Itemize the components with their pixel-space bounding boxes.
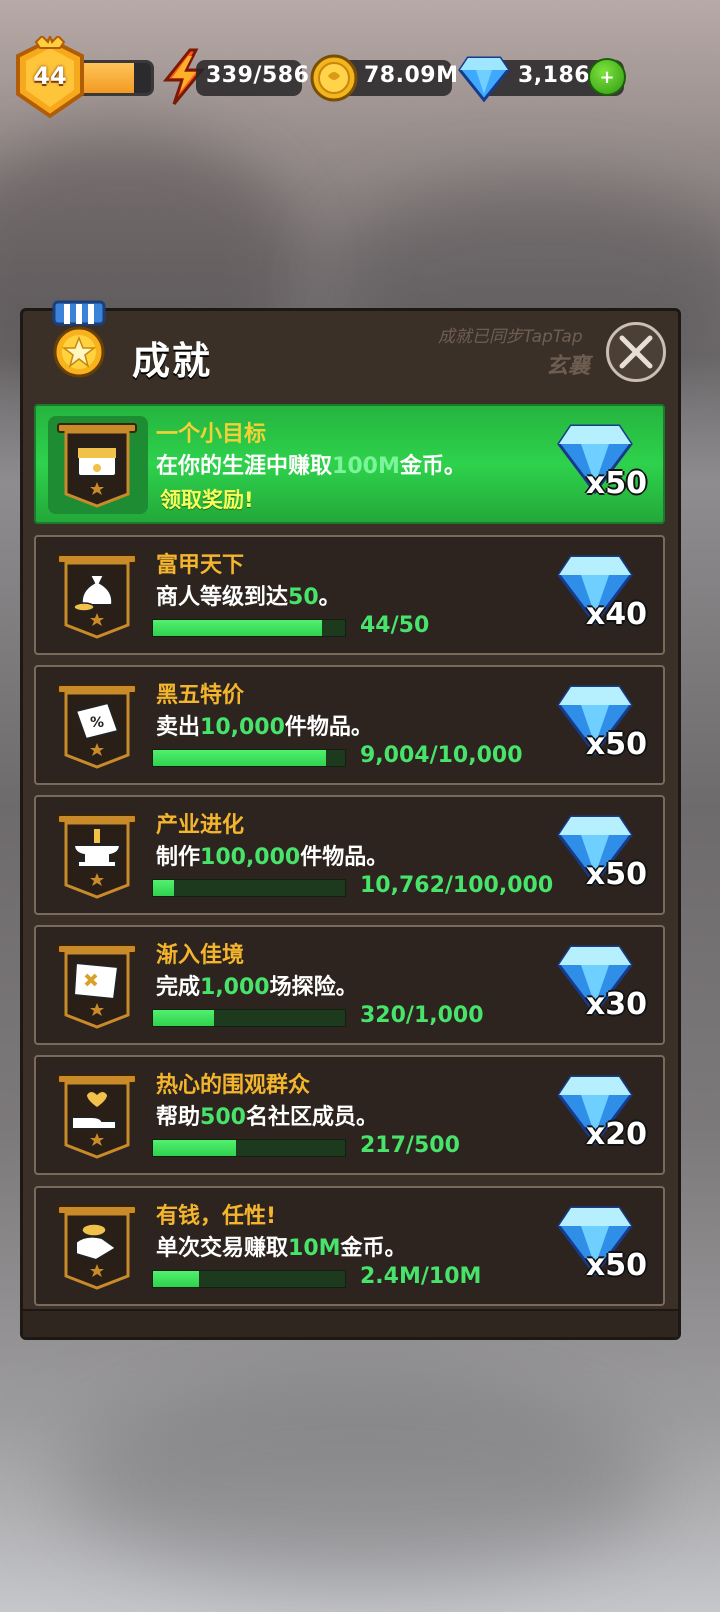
player-name: 玄襄 [546, 354, 591, 379]
achievement-description: 卖出10,000件物品。 [156, 715, 373, 740]
money-bag-icon [57, 554, 137, 639]
medal-star-icon [52, 300, 106, 378]
energy-value: 339/586 [206, 63, 310, 88]
treasure-map-icon [57, 944, 137, 1029]
achievement-title: 黑五特价 [156, 683, 245, 708]
energy-counter[interactable]: 339/586 [196, 60, 309, 96]
achievement-title: 热心的围观群众 [156, 1073, 311, 1098]
player-level[interactable]: 44 [8, 36, 154, 120]
progress-bar [152, 1270, 346, 1288]
achievement-row-completed[interactable]: 一个小目标 在你的生涯中赚取100M金币。 领取奖励! x50 [34, 404, 665, 524]
progress-bar [152, 1139, 346, 1157]
achievement-title: 渐入佳境 [156, 943, 245, 968]
reward-amount: x50 [585, 466, 647, 501]
progress-bar [152, 1009, 346, 1027]
add-gems-button[interactable]: + [588, 58, 626, 96]
achievement-row[interactable]: 热心的围观群众 帮助500名社区成员。 217/500 x20 [34, 1055, 665, 1175]
helping-hand-icon [57, 1074, 137, 1159]
close-button[interactable] [606, 322, 666, 382]
achievement-title: 有钱，任性! [156, 1204, 277, 1229]
achievement-row[interactable]: % 黑五特价 卖出10,000件物品。 9,004/10,000 x50 [34, 665, 665, 785]
achievement-row[interactable]: 渐入佳境 完成1,000场探险。 320/1,000 x30 [34, 925, 665, 1045]
coin-stack-icon [57, 1205, 137, 1290]
reward-amount: x50 [585, 727, 647, 762]
achievement-row[interactable]: 有钱，任性! 单次交易赚取10M金币。 2.4M/10M x50 [34, 1186, 665, 1306]
discount-tag-icon: % [57, 684, 137, 769]
progress-fill [153, 880, 175, 896]
progress-bar [152, 619, 346, 637]
reward-amount: x30 [585, 987, 647, 1022]
gold-coin-icon [310, 54, 358, 102]
achievement-description: 完成1,000场探险。 [156, 975, 358, 1000]
reward-amount: x40 [585, 597, 647, 632]
diamond-gem-icon [458, 56, 510, 102]
progress-text: 2.4M/10M [360, 1264, 482, 1289]
reward-amount: x20 [585, 1117, 647, 1152]
achievement-title: 富甲天下 [156, 553, 245, 578]
achievement-title: 产业进化 [156, 813, 245, 838]
sync-status: 成就已同步TapTap [438, 327, 583, 347]
svg-text:%: % [90, 715, 104, 731]
progress-fill [153, 620, 322, 636]
anvil-icon [57, 814, 137, 899]
achievement-description: 帮助500名社区成员。 [156, 1105, 378, 1130]
achievement-row[interactable]: 富甲天下 商人等级到达50。 44/50 x40 [34, 535, 665, 655]
achievement-description: 商人等级到达50。 [156, 585, 341, 610]
panel-title: 成就 [132, 339, 213, 383]
progress-bar [152, 879, 346, 897]
progress-text: 320/1,000 [360, 1003, 484, 1028]
gold-value: 78.09M [364, 63, 459, 88]
reward-amount: x50 [585, 1248, 647, 1283]
claim-reward-link[interactable]: 领取奖励! [160, 484, 254, 514]
level-number: 44 [33, 62, 67, 90]
progress-fill [153, 1271, 200, 1287]
reward-amount: x50 [585, 857, 647, 892]
progress-text: 44/50 [360, 613, 430, 638]
achievement-title: 一个小目标 [156, 422, 267, 447]
achievement-row[interactable]: 产业进化 制作100,000件物品。 10,762/100,000 x50 [34, 795, 665, 915]
achievement-description: 在你的生涯中赚取100M金币。 [156, 454, 466, 479]
progress-text: 217/500 [360, 1133, 460, 1158]
achievement-description: 单次交易赚取10M金币。 [156, 1236, 407, 1261]
panel-footer [23, 1309, 678, 1337]
achievement-description: 制作100,000件物品。 [156, 845, 389, 870]
progress-text: 9,004/10,000 [360, 743, 523, 768]
progress-fill [153, 1010, 215, 1026]
progress-fill [153, 750, 326, 766]
close-icon [619, 335, 653, 369]
progress-bar [152, 749, 346, 767]
gem-value: 3,186 [518, 63, 591, 88]
treasure-chest-icon [57, 423, 137, 508]
progress-text: 10,762/100,000 [360, 873, 554, 898]
progress-fill [153, 1140, 237, 1156]
